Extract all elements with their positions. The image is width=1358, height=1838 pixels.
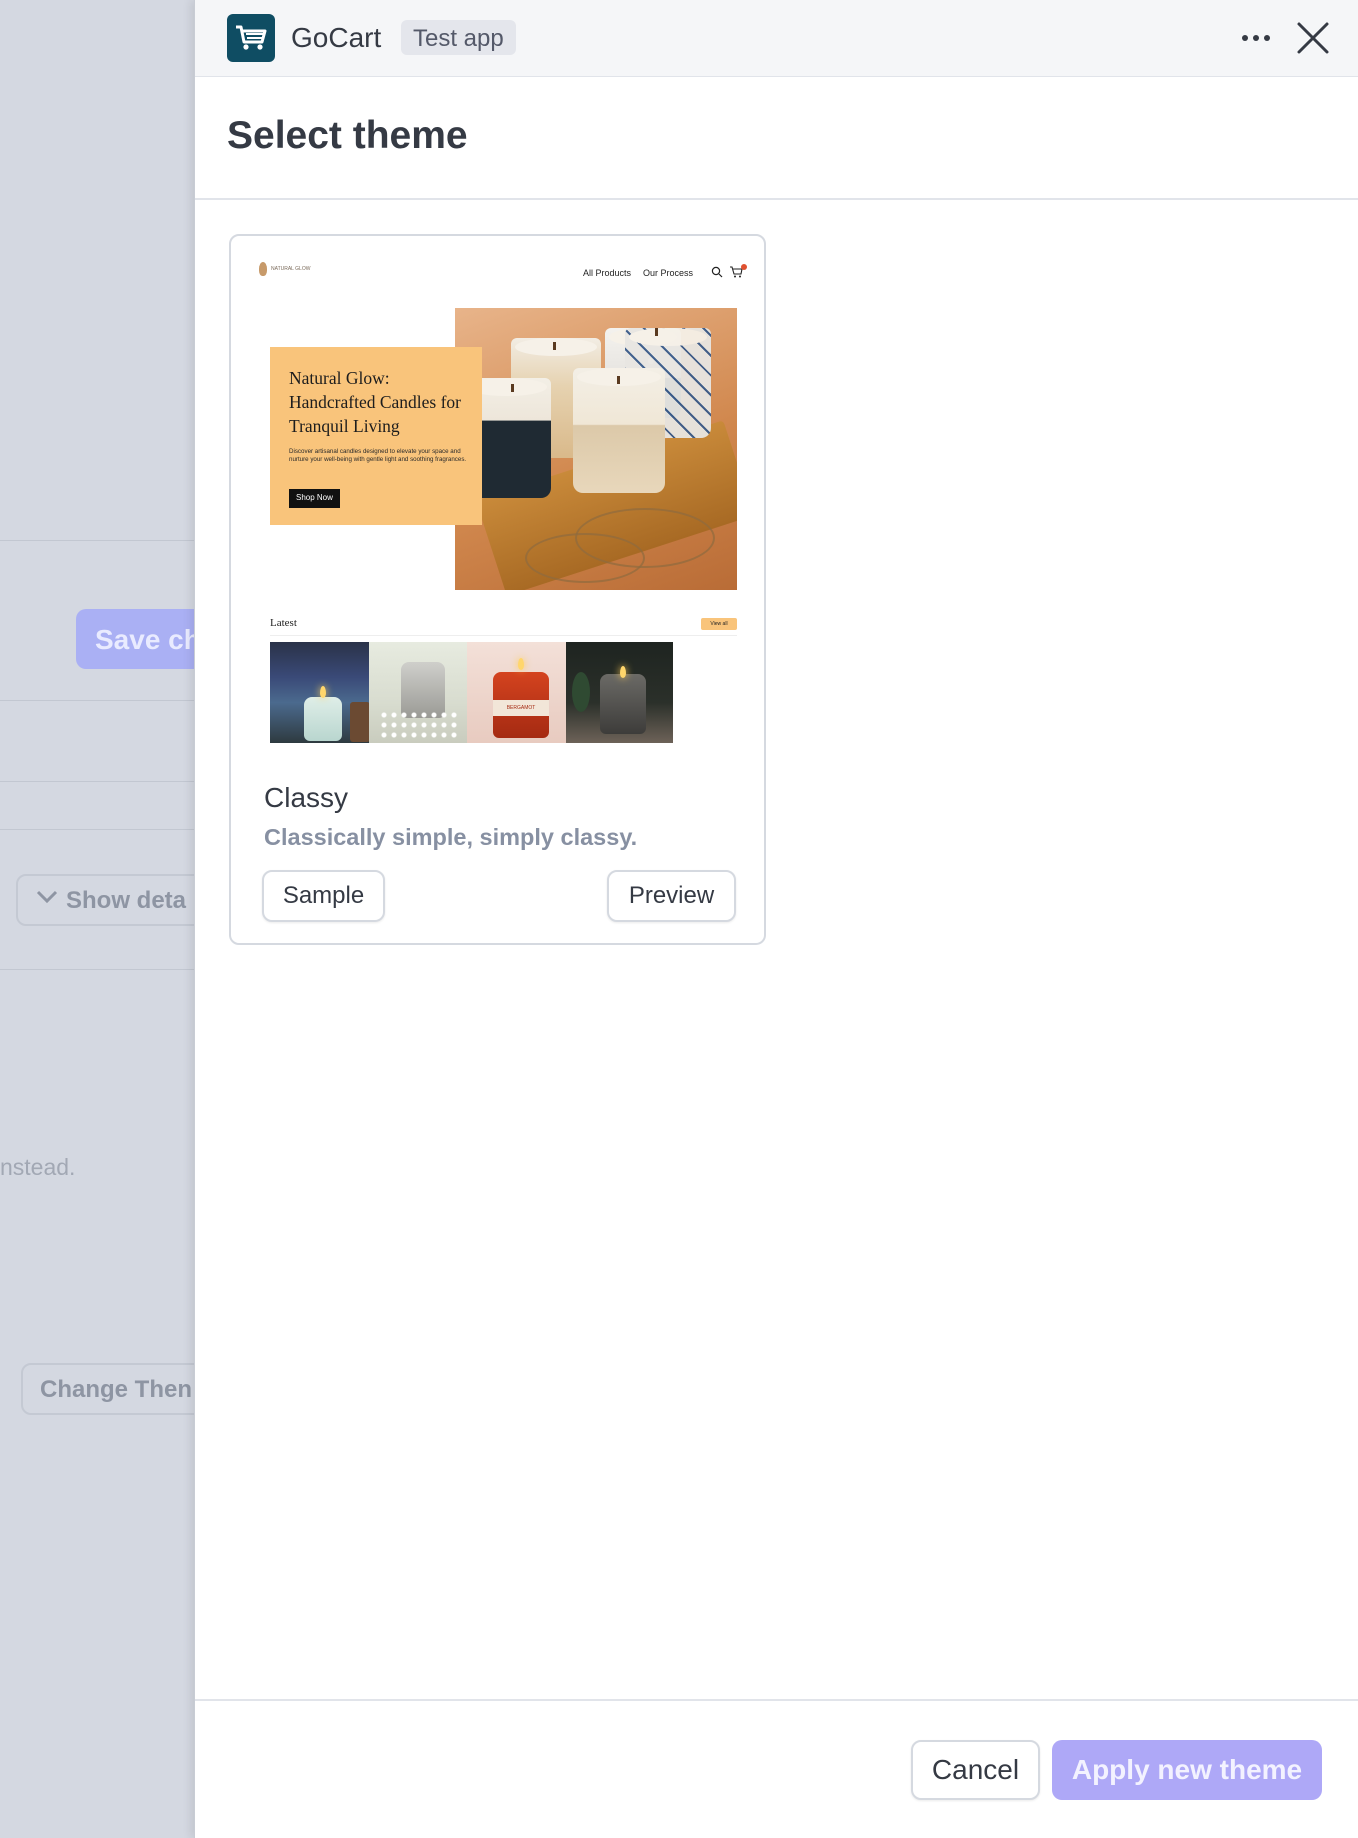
theme-description: Classically simple, simply classy. bbox=[264, 824, 638, 850]
product-image-4 bbox=[566, 642, 673, 743]
view-all-button: View all bbox=[701, 618, 737, 630]
sample-button[interactable]: Sample bbox=[262, 870, 385, 922]
panel-header: GoCart Test app bbox=[195, 0, 1358, 77]
hero-candles-image bbox=[455, 308, 737, 590]
theme-preview-image: NATURAL GLOW All Products Our Process Na… bbox=[241, 246, 755, 746]
test-app-badge: Test app bbox=[401, 20, 516, 55]
show-details-button: Show deta bbox=[16, 874, 194, 926]
apply-new-theme-button[interactable]: Apply new theme bbox=[1052, 1740, 1322, 1800]
shopping-cart-icon bbox=[236, 25, 267, 50]
hero-title: Natural Glow: Handcrafted Candles for Tr… bbox=[289, 368, 462, 436]
background-page: Save ch Show deta nstead. Change Then bbox=[0, 0, 194, 1838]
product-image-1 bbox=[270, 642, 377, 743]
product-image-2 bbox=[369, 642, 476, 743]
app-name: GoCart bbox=[291, 22, 382, 53]
store-logo-text: NATURAL GLOW bbox=[271, 266, 311, 272]
preview-nav-all-products: All Products bbox=[583, 268, 632, 278]
hero-text-card: Natural Glow: Handcrafted Candles for Tr… bbox=[270, 347, 482, 525]
more-horizontal-icon[interactable] bbox=[1239, 26, 1273, 50]
change-theme-button: Change Then bbox=[21, 1363, 194, 1415]
theme-card[interactable]: NATURAL GLOW All Products Our Process Na… bbox=[229, 234, 766, 945]
select-theme-panel: GoCart Test app Select theme NATURAL GLO… bbox=[194, 0, 1358, 1838]
page-title: Select theme bbox=[227, 114, 468, 157]
divider bbox=[270, 635, 737, 636]
preview-nav-our-process: Our Process bbox=[643, 268, 694, 278]
app-icon bbox=[227, 14, 275, 62]
background-text: nstead. bbox=[0, 1154, 76, 1180]
product-image-3: BERGAMOT bbox=[467, 642, 574, 743]
save-button: Save ch bbox=[76, 609, 194, 669]
hero-description: Discover artisanal candles designed to e… bbox=[289, 448, 467, 463]
divider bbox=[0, 969, 194, 970]
store-logo bbox=[259, 262, 267, 276]
divider bbox=[195, 1699, 1358, 1701]
product-jar-label: BERGAMOT bbox=[493, 700, 549, 716]
cart-badge bbox=[741, 264, 747, 270]
divider bbox=[0, 829, 194, 830]
show-details-label: Show deta bbox=[66, 887, 187, 914]
cancel-button[interactable]: Cancel bbox=[911, 1740, 1040, 1800]
latest-label: Latest bbox=[270, 617, 297, 629]
divider bbox=[0, 700, 194, 701]
close-icon[interactable] bbox=[1295, 20, 1331, 56]
shop-now-button: Shop Now bbox=[289, 489, 340, 508]
search-icon bbox=[711, 266, 723, 278]
divider bbox=[0, 540, 194, 541]
chevron-down-icon bbox=[36, 890, 58, 904]
preview-button[interactable]: Preview bbox=[607, 870, 736, 922]
divider bbox=[0, 781, 194, 782]
theme-name: Classy bbox=[264, 782, 349, 813]
divider bbox=[195, 198, 1358, 200]
